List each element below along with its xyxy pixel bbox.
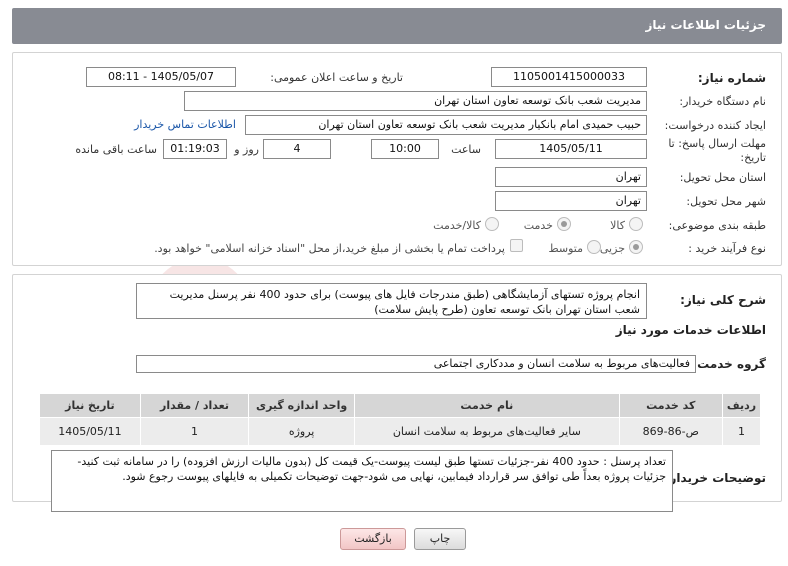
services-section-title: اطلاعات خدمات مورد نیاز	[615, 323, 766, 337]
summary-text: انجام پروژه تستهای آزمایشگاهی (طبق مندرج…	[136, 283, 647, 319]
category-option-service: خدمت	[523, 219, 553, 232]
cell-row: 1	[721, 417, 762, 446]
category-option-goods-service: کالا/خدمت	[433, 219, 481, 232]
need-number-label: شماره نیاز:	[697, 71, 766, 85]
deadline-time-field: 10:00	[371, 139, 439, 159]
category-label: طبقه بندی موضوعی:	[668, 219, 766, 232]
treasury-bonds-checkbox[interactable]	[510, 239, 523, 252]
deadline-time-label: ساعت	[451, 143, 481, 156]
purchase-radio-minor[interactable]	[629, 240, 643, 254]
purchase-option-minor: جزیی	[599, 242, 625, 255]
deadline-date-label: تاریخ:	[740, 151, 766, 164]
services-panel: شرح کلی نیاز: انجام پروژه تستهای آزمایشگ…	[12, 274, 782, 512]
print-button[interactable]: چاپ	[414, 528, 466, 550]
table-header-row: ردیف کد خدمت نام خدمت واحد اندازه گیری ت…	[39, 393, 762, 418]
service-group-field: فعالیت‌های مربوط به سلامت انسان و مددکار…	[136, 355, 696, 373]
col-need-date: تاریخ نیاز	[39, 393, 141, 418]
col-quantity: تعداد / مقدار	[139, 393, 250, 418]
cell-unit: پروژه	[248, 417, 356, 446]
table-row: 1 ص-86-869 سایر فعالیت‌های مربوط به سلام…	[39, 417, 762, 446]
need-info-panel: شماره نیاز: 1105001415000033 تاریخ و ساع…	[12, 52, 782, 266]
buyer-notes-text: تعداد پرسنل : حدود 400 نفر-جزئیات تستها …	[51, 450, 673, 512]
services-table: ردیف کد خدمت نام خدمت واحد اندازه گیری ت…	[39, 393, 762, 446]
treasury-bonds-note: پرداخت تمام یا بخشی از مبلغ خرید،از محل …	[154, 242, 505, 255]
col-row: ردیف	[721, 393, 762, 418]
col-unit: واحد اندازه گیری	[248, 393, 356, 418]
service-group-label: گروه خدمت:	[692, 357, 766, 371]
cell-need-date: 1405/05/11	[39, 417, 141, 446]
buyer-contact-link[interactable]: اطلاعات تماس خریدار	[134, 118, 236, 131]
buyer-notes-label: توضیحات خریدار:	[664, 471, 766, 485]
buyer-org-field: مدیریت شعب بانک توسعه تعاون استان تهران	[184, 91, 647, 111]
remaining-days-field: 4	[263, 139, 331, 159]
purchase-radio-medium[interactable]	[587, 240, 601, 254]
deadline-label: مهلت ارسال پاسخ: تا	[668, 137, 766, 150]
purchase-option-medium: متوسط	[548, 242, 583, 255]
province-label: استان محل تحویل:	[679, 171, 766, 184]
deadline-date-field: 1405/05/11	[495, 139, 647, 159]
category-radio-goods[interactable]	[629, 217, 643, 231]
remaining-time-field: 01:19:03	[163, 139, 227, 159]
cell-quantity: 1	[139, 417, 250, 446]
city-label: شهر محل تحویل:	[686, 195, 766, 208]
days-label: روز و	[234, 143, 259, 156]
back-button[interactable]: بازگشت	[340, 528, 406, 550]
creator-label: ایجاد کننده درخواست:	[664, 119, 766, 132]
cell-service-name: سایر فعالیت‌های مربوط به سلامت انسان	[354, 417, 620, 446]
page-title: جزئیات اطلاعات نیاز	[645, 18, 766, 32]
category-radio-goods-service[interactable]	[485, 217, 499, 231]
remaining-time-label: ساعت باقی مانده	[75, 143, 157, 156]
summary-label: شرح کلی نیاز:	[680, 293, 766, 307]
page-title-bar: جزئیات اطلاعات نیاز	[12, 8, 782, 44]
col-service-code: کد خدمت	[618, 393, 723, 418]
announce-datetime-field: 1405/05/07 - 08:11	[86, 67, 236, 87]
category-radio-service[interactable]	[557, 217, 571, 231]
col-service-name: نام خدمت	[354, 393, 620, 418]
creator-field: حبیب حمیدی امام بانکیار مدیریت شعب بانک …	[245, 115, 647, 135]
province-field: تهران	[495, 167, 647, 187]
purchase-type-label: نوع فرآیند خرید :	[688, 242, 766, 255]
category-option-goods: کالا	[610, 219, 625, 232]
buyer-org-label: نام دستگاه خریدار:	[679, 95, 766, 108]
announce-datetime-label: تاریخ و ساعت اعلان عمومی:	[270, 71, 403, 84]
need-details-page: AriaTender.net جزئیات اطلاعات نیاز شماره…	[0, 0, 788, 566]
cell-service-code: ص-86-869	[618, 417, 723, 446]
need-number-field: 1105001415000033	[491, 67, 647, 87]
city-field: تهران	[495, 191, 647, 211]
